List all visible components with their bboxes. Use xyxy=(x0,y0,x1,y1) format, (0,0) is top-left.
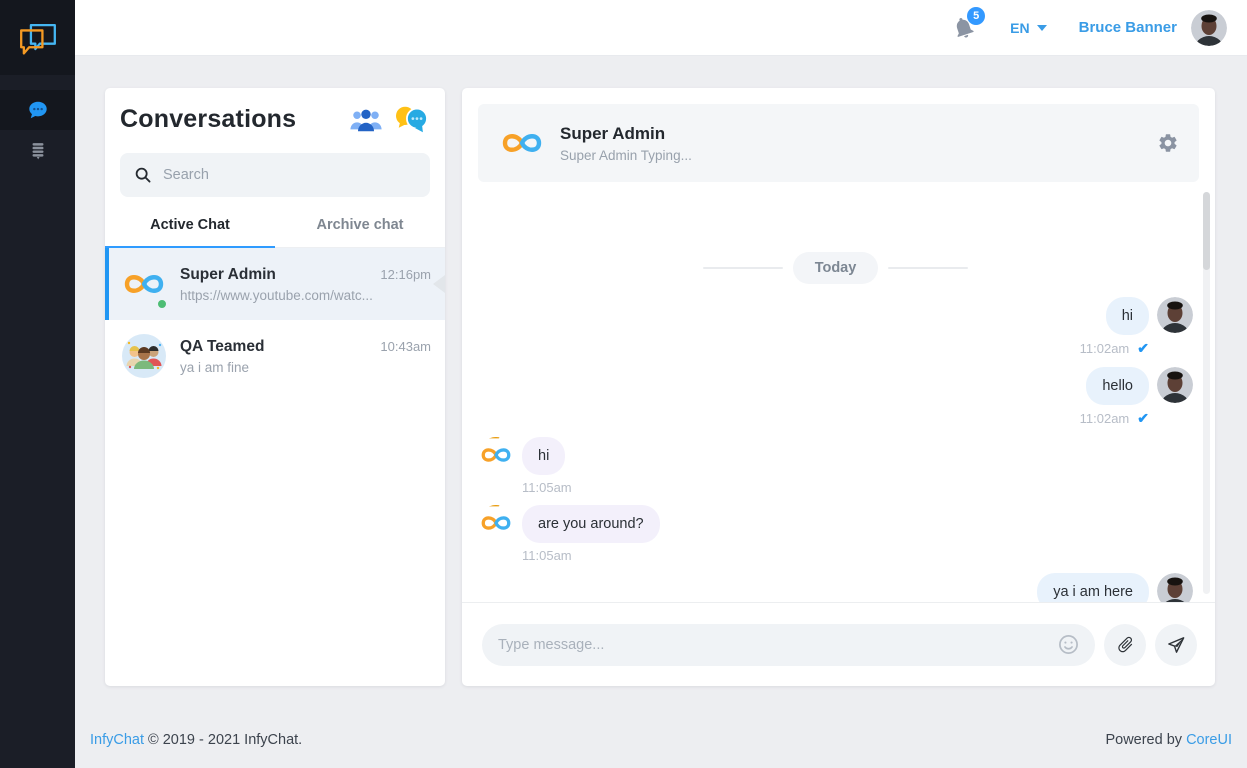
read-check-icon: ✔ xyxy=(1137,340,1149,357)
footer-copyright: © 2019 - 2021 InfyChat. xyxy=(148,732,302,748)
footer-right: Powered by CoreUI xyxy=(1105,732,1232,748)
conversation-avatar xyxy=(120,260,168,308)
chat-peer-avatar xyxy=(498,119,546,167)
brand-logo[interactable] xyxy=(0,0,75,75)
chat-typing-status: Super Admin Typing... xyxy=(560,148,692,163)
main-content: Conversations Active Chat Archive chat xyxy=(75,56,1247,768)
conversation-item-qa-teamed[interactable]: QA Teamed 10:43am ya i am fine xyxy=(105,320,445,392)
message-list: Today hi 11:02am ✔ hello 11:02am ✔ xyxy=(462,182,1215,602)
date-divider-label: Today xyxy=(793,252,879,284)
message-meta: 11:02am ✔ xyxy=(478,410,1149,427)
app-sidebar xyxy=(0,0,75,768)
paperclip-icon xyxy=(1116,635,1135,654)
search-icon xyxy=(134,166,152,184)
footer-brand-link[interactable]: InfyChat xyxy=(90,732,144,748)
chat-bubble-icon xyxy=(27,99,49,121)
sidebar-item-chats[interactable] xyxy=(0,90,75,130)
chat-panel: Super Admin Super Admin Typing... Today … xyxy=(462,88,1215,686)
powered-by-label: Powered by xyxy=(1105,732,1182,748)
message-bubble: ya i am here xyxy=(1037,573,1149,602)
read-check-icon: ✔ xyxy=(1137,410,1149,427)
conversation-list: Super Admin 12:16pm https://www.youtube.… xyxy=(105,248,445,392)
conversation-name: QA Teamed xyxy=(180,338,264,356)
conversation-item-super-admin[interactable]: Super Admin 12:16pm https://www.youtube.… xyxy=(105,248,445,320)
message-row-outgoing-partial: ya i am here xyxy=(478,573,1193,602)
message-time: 11:05am xyxy=(522,480,572,495)
tab-archive-chat[interactable]: Archive chat xyxy=(275,217,445,248)
message-bubble: are you around? xyxy=(522,505,660,543)
divider-line xyxy=(888,267,968,269)
send-icon xyxy=(1166,635,1186,655)
message-row-incoming: are you around? xyxy=(478,505,1193,543)
message-row-outgoing: hello xyxy=(478,367,1193,405)
notifications-button[interactable]: 5 xyxy=(951,15,976,40)
date-divider: Today xyxy=(478,252,1193,284)
message-meta: 11:05am xyxy=(522,480,1193,495)
search-input[interactable] xyxy=(163,167,416,183)
online-status-dot xyxy=(156,298,168,310)
search-bar xyxy=(120,153,430,197)
message-bubble: hi xyxy=(522,437,565,475)
divider-line xyxy=(703,267,783,269)
contacts-people-icon[interactable] xyxy=(349,106,383,133)
message-time: 11:05am xyxy=(522,548,572,563)
message-composer xyxy=(462,602,1215,686)
message-time: 11:02am xyxy=(1080,411,1130,426)
chat-tabs: Active Chat Archive chat xyxy=(105,217,445,248)
notification-count-badge: 5 xyxy=(967,7,985,25)
message-bubble: hello xyxy=(1086,367,1149,405)
coreui-link[interactable]: CoreUI xyxy=(1186,732,1232,748)
message-avatar xyxy=(1157,573,1193,602)
message-avatar xyxy=(478,437,514,473)
message-time: 11:02am xyxy=(1080,341,1130,356)
language-dropdown[interactable]: EN xyxy=(1010,20,1046,36)
user-menu[interactable]: Bruce Banner xyxy=(1079,19,1177,36)
page-footer: InfyChat © 2019 - 2021 InfyChat. Powered… xyxy=(75,712,1247,768)
language-label: EN xyxy=(1010,20,1029,36)
user-avatar[interactable] xyxy=(1191,10,1227,46)
top-header: 5 EN Bruce Banner xyxy=(75,0,1247,56)
chat-scrollbar[interactable] xyxy=(1203,192,1210,594)
attach-file-button[interactable] xyxy=(1104,624,1146,666)
message-row-incoming: hi xyxy=(478,437,1193,475)
archive-stack-icon xyxy=(27,139,49,161)
message-meta: 11:02am ✔ xyxy=(478,340,1149,357)
caret-down-icon xyxy=(1037,25,1047,31)
sidebar-item-archive[interactable] xyxy=(0,130,75,170)
message-avatar xyxy=(1157,367,1193,403)
footer-left: InfyChat © 2019 - 2021 InfyChat. xyxy=(90,732,302,748)
send-button[interactable] xyxy=(1155,624,1197,666)
chat-scrollbar-thumb[interactable] xyxy=(1203,192,1210,270)
crown-icon xyxy=(485,437,501,439)
message-avatar xyxy=(478,505,514,541)
conversation-name: Super Admin xyxy=(180,266,276,284)
conversation-time: 12:16pm xyxy=(380,267,431,282)
crown-icon xyxy=(485,505,501,507)
infychat-logo-icon xyxy=(15,17,61,58)
message-row-outgoing: hi xyxy=(478,297,1193,335)
tab-active-chat[interactable]: Active Chat xyxy=(105,217,275,248)
chat-header: Super Admin Super Admin Typing... xyxy=(478,104,1199,182)
message-bubble: hi xyxy=(1106,297,1149,335)
smiley-icon[interactable] xyxy=(1058,634,1079,655)
conversation-time: 10:43am xyxy=(380,339,431,354)
message-input[interactable] xyxy=(498,637,1048,653)
conversations-title: Conversations xyxy=(120,105,296,134)
chat-peer-name: Super Admin xyxy=(560,124,692,144)
message-avatar xyxy=(1157,297,1193,333)
conversation-avatar xyxy=(120,332,168,380)
conversations-panel: Conversations Active Chat Archive chat xyxy=(105,88,445,686)
new-chat-bubbles-icon[interactable] xyxy=(393,104,430,135)
conversation-preview: https://www.youtube.com/watc... xyxy=(180,288,431,303)
message-input-wrap xyxy=(482,624,1095,666)
gear-icon[interactable] xyxy=(1157,132,1179,154)
conversation-preview: ya i am fine xyxy=(180,360,431,375)
message-meta: 11:05am xyxy=(522,548,1193,563)
